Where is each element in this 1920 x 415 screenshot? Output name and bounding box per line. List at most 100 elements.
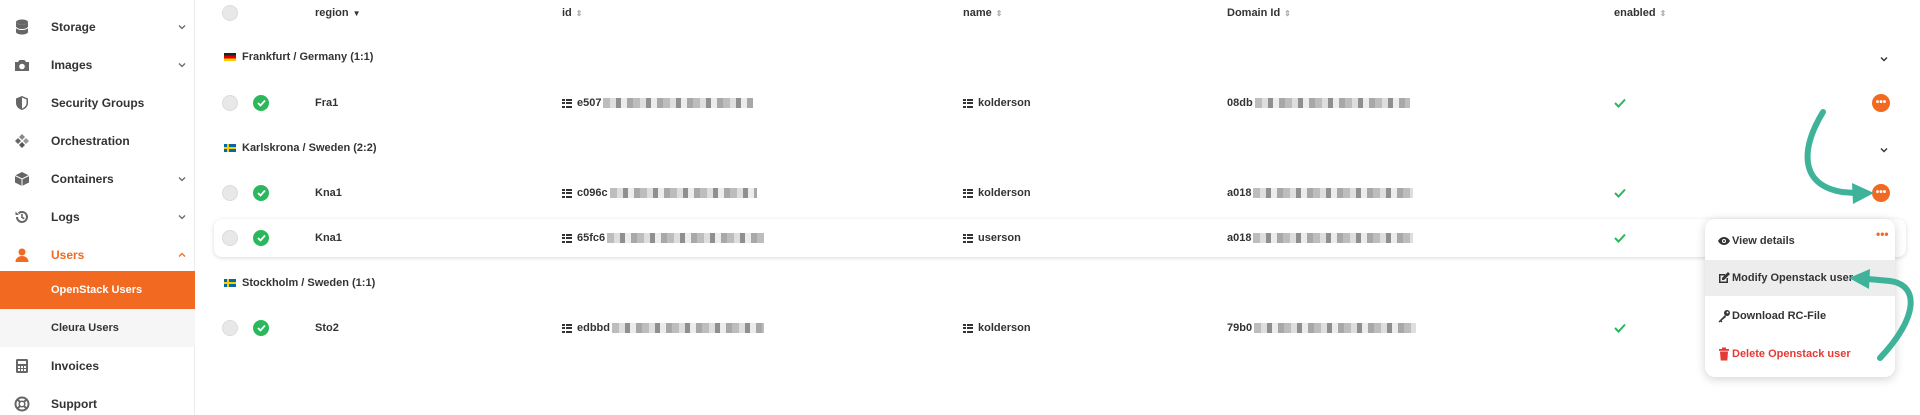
chevron-down-icon[interactable] — [1879, 54, 1889, 64]
sidebar: Storage Images Security Groups Orchestra… — [0, 0, 195, 415]
lifebuoy-icon — [14, 396, 30, 412]
domain-id-cell: 79b0 — [1227, 309, 1417, 347]
grid-icon — [963, 188, 973, 198]
row-select-radio[interactable] — [222, 320, 238, 336]
sidebar-item-orchestration[interactable]: Orchestration — [0, 122, 195, 160]
column-header-region[interactable]: region ▼ — [315, 0, 361, 26]
grid-icon — [963, 323, 973, 333]
sidebar-item-label: Invoices — [51, 359, 100, 373]
redacted-value — [603, 98, 754, 108]
app-root: Storage Images Security Groups Orchestra… — [0, 0, 1920, 415]
status-ok-icon — [253, 84, 269, 122]
grid-icon — [963, 233, 973, 243]
sidebar-item-security-groups[interactable]: Security Groups — [0, 84, 195, 122]
row-actions-button[interactable]: ••• — [1872, 174, 1890, 212]
sort-desc-icon: ▼ — [352, 8, 361, 18]
menu-item-view-details[interactable]: View details — [1705, 223, 1895, 259]
chevron-down-icon — [178, 215, 186, 220]
region-group-header[interactable]: Karlskrona / Sweden (2:2) — [224, 138, 377, 158]
database-icon — [14, 19, 30, 35]
table-row[interactable]: Kna1 c096c kolderson a018 ••• — [214, 174, 1906, 212]
redacted-value — [1254, 323, 1417, 333]
download-key-icon — [1717, 309, 1731, 323]
chevron-up-icon — [178, 252, 186, 257]
column-header-enabled[interactable]: enabled ⇕ — [1614, 0, 1666, 26]
domain-id-cell: a018 — [1227, 219, 1414, 257]
sidebar-item-images[interactable]: Images — [0, 46, 195, 84]
grid-icon — [562, 233, 572, 243]
menu-item-delete-openstack-user[interactable]: Delete Openstack user — [1705, 336, 1895, 372]
row-select-radio[interactable] — [222, 230, 238, 246]
table-row-selected[interactable]: Kna1 65fc6 userson a018 — [214, 219, 1906, 257]
sidebar-item-label: Security Groups — [51, 96, 145, 110]
camera-icon — [14, 57, 30, 73]
history-icon — [14, 209, 30, 225]
menu-item-download-rc-file[interactable]: Download RC-File — [1705, 298, 1895, 334]
column-header-name[interactable]: name ⇕ — [963, 0, 1002, 26]
sort-icon: ⇕ — [575, 8, 583, 18]
sidebar-item-support[interactable]: Support — [0, 385, 195, 415]
sidebar-item-label: Support — [51, 397, 97, 411]
sweden-flag-icon — [224, 144, 236, 152]
chevron-down-icon[interactable] — [1879, 145, 1889, 155]
status-ok-icon — [253, 309, 269, 347]
enabled-check-icon — [1614, 219, 1626, 257]
column-header-id[interactable]: id ⇕ — [562, 0, 582, 26]
sidebar-subitem-label: OpenStack Users — [51, 284, 143, 296]
domain-id-cell: a018 — [1227, 174, 1414, 212]
redacted-value — [607, 233, 765, 243]
sidebar-item-containers[interactable]: Containers — [0, 160, 195, 198]
redacted-value — [1254, 98, 1410, 108]
grid-icon — [562, 98, 572, 108]
menu-item-modify-openstack-user[interactable]: Modify Openstack user — [1705, 260, 1895, 296]
grid-icon — [562, 323, 572, 333]
row-select-radio[interactable] — [222, 185, 238, 201]
chevron-down-icon — [178, 177, 186, 182]
sidebar-subitem-openstack-users[interactable]: OpenStack Users — [0, 271, 195, 309]
table-row[interactable]: Sto2 edbbd kolderson 79b0 — [214, 309, 1906, 347]
eye-icon — [1717, 234, 1731, 248]
grid-icon — [963, 98, 973, 108]
name-cell: userson — [963, 219, 1021, 257]
sweden-flag-icon — [224, 279, 236, 287]
status-ok-icon — [253, 219, 269, 257]
region-group-header[interactable]: Frankfurt / Germany (1:1) — [224, 47, 373, 67]
sidebar-item-logs[interactable]: Logs — [0, 198, 195, 236]
user-icon — [14, 247, 30, 263]
region-cell: Fra1 — [315, 97, 339, 109]
sidebar-item-label: Storage — [51, 20, 96, 34]
sidebar-item-label: Images — [51, 58, 93, 72]
id-cell: e507 — [562, 84, 754, 122]
row-actions-button[interactable]: ••• — [1872, 84, 1890, 122]
edit-icon — [1717, 271, 1731, 285]
sidebar-item-invoices[interactable]: Invoices — [0, 347, 195, 385]
chevron-down-icon — [178, 25, 186, 30]
shield-icon — [14, 95, 30, 111]
sort-icon: ⇕ — [1659, 8, 1667, 18]
sidebar-item-users[interactable]: Users — [0, 236, 195, 274]
sidebar-item-storage[interactable]: Storage — [0, 8, 195, 46]
row-select-radio[interactable] — [222, 95, 238, 111]
sidebar-subitem-cleura-users[interactable]: Cleura Users — [0, 309, 195, 347]
row-actions-menu: ••• View details Modify Openstack user D… — [1705, 219, 1895, 377]
id-cell: edbbd — [562, 309, 764, 347]
sidebar-item-label: Logs — [51, 210, 80, 224]
region-group-header[interactable]: Stockholm / Sweden (1:1) — [224, 273, 375, 293]
column-header-domain-id[interactable]: Domain Id ⇕ — [1227, 0, 1291, 26]
region-cell: Kna1 — [315, 187, 342, 199]
germany-flag-icon — [224, 53, 236, 61]
name-cell: kolderson — [963, 309, 1031, 347]
sidebar-item-label: Orchestration — [51, 134, 130, 148]
status-ok-icon — [253, 174, 269, 212]
region-cell: Sto2 — [315, 322, 339, 334]
redacted-value — [1253, 233, 1414, 243]
enabled-check-icon — [1614, 174, 1626, 212]
redacted-value — [1253, 188, 1414, 198]
table-row[interactable]: Fra1 e507 kolderson 08db ••• — [214, 84, 1906, 122]
enabled-check-icon — [1614, 84, 1626, 122]
sidebar-subitem-label: Cleura Users — [51, 322, 119, 334]
name-cell: kolderson — [963, 174, 1031, 212]
select-all-radio[interactable] — [222, 5, 238, 21]
domain-id-cell: 08db — [1227, 84, 1410, 122]
more-horizontal-icon: ••• — [1872, 184, 1890, 202]
